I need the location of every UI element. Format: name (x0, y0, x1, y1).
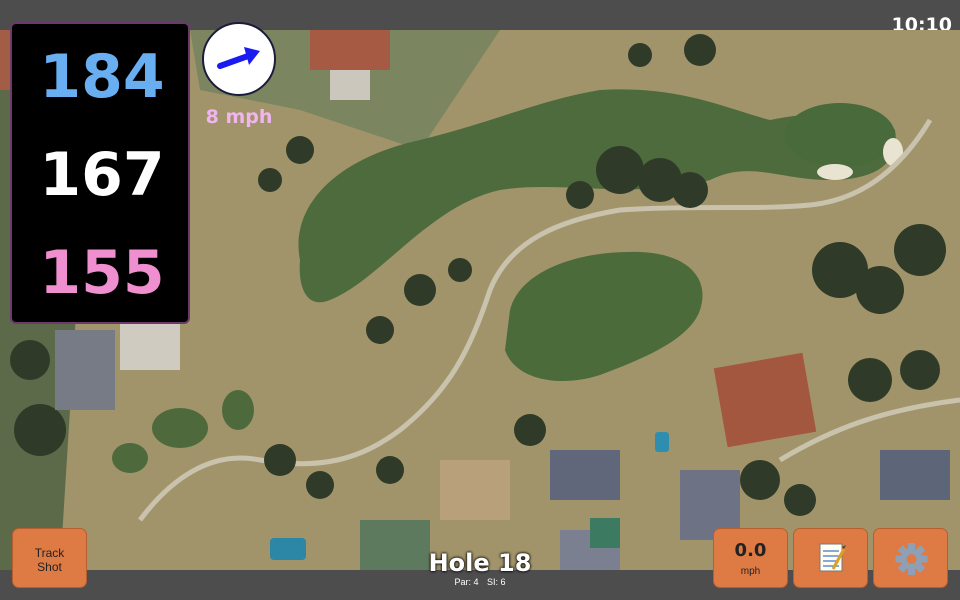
wind-speed-label: 8 mph (205, 106, 273, 128)
yardage-panel: 184 167 155 (10, 22, 190, 324)
wind-indicator (202, 22, 276, 96)
back-of-green-yardage: 184 (39, 42, 165, 112)
speed-unit: mph (740, 566, 761, 577)
speed-button[interactable]: 0.0 mph (713, 528, 788, 588)
track-shot-label-line1: Track (34, 546, 65, 560)
hole-title: Hole 18 (428, 549, 532, 577)
track-shot-button[interactable]: Track Shot (12, 528, 87, 588)
hole-stroke-index: SI: 6 (487, 577, 506, 587)
front-of-green-yardage: 155 (39, 238, 165, 308)
notes-button[interactable] (793, 528, 868, 588)
middle-of-green-yardage: 167 (39, 140, 165, 210)
hole-par: Par: 4 (454, 577, 479, 587)
notepad-icon (819, 543, 846, 572)
speed-value: 0.0 (734, 540, 767, 561)
wind-direction-arrow-icon (217, 47, 260, 69)
settings-button[interactable] (873, 528, 948, 588)
hole-details: Par: 4 SI: 6 (380, 577, 580, 587)
track-shot-label-line2: Shot (37, 560, 62, 574)
gear-icon (895, 543, 928, 575)
